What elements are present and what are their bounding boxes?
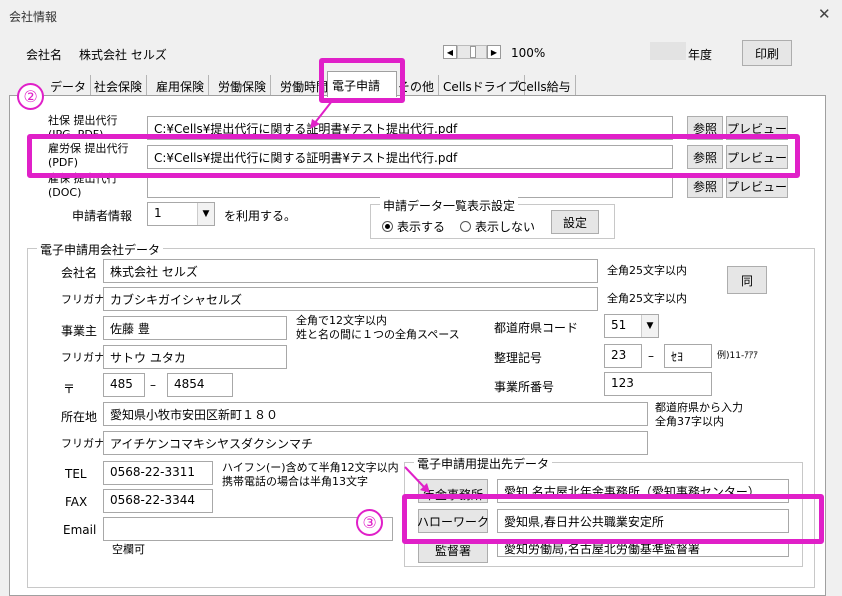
cd-owner-kana-input[interactable]: サトウ ユタカ: [103, 345, 287, 369]
marker-2: ②: [17, 83, 44, 110]
cd-tel-note2: 携帯電話の場合は半角13文字: [222, 475, 368, 488]
applicant-value: 1: [154, 206, 162, 220]
zoom-level: 100%: [511, 46, 546, 60]
cd-email-note: 空欄可: [112, 543, 145, 556]
list-display-title: 申請データ一覧表示設定: [380, 197, 519, 214]
radio-show-icon[interactable]: [382, 221, 393, 232]
cd-address-kana-label: フリガナ: [61, 437, 105, 450]
cd-fax-input[interactable]: 0568-22-3344: [103, 489, 213, 513]
cd-reg1-input[interactable]: 23: [604, 344, 642, 368]
cd-email-input[interactable]: [103, 517, 393, 541]
close-icon[interactable]: ✕: [818, 5, 831, 23]
cd-owner-kana-label: フリガナ: [61, 351, 105, 364]
cd-owner-label: 事業主: [61, 324, 98, 338]
tab-employment-insurance[interactable]: 雇用保険: [152, 75, 210, 95]
cd-address-label: 所在地: [61, 410, 98, 424]
zoom-track[interactable]: [457, 45, 487, 59]
cd-reg-dash: –: [648, 349, 654, 363]
cd-pref-select[interactable]: 51 ▼: [604, 314, 659, 338]
cd-address-kana-input[interactable]: アイチケンコマキシヤスダクシンマチ: [103, 431, 648, 455]
applicant-select[interactable]: 1 ▼: [147, 202, 215, 226]
cd-furigana-label: フリガナ: [61, 293, 105, 306]
cd-office-input[interactable]: 123: [604, 372, 712, 396]
cd-name-note: 全角25文字以内: [607, 264, 687, 277]
tab-cells-payroll[interactable]: Cells給与: [514, 75, 576, 95]
cd-zip2-input[interactable]: 4854: [167, 373, 233, 397]
cd-office-label: 事業所番号: [494, 380, 555, 394]
tab-labor-insurance[interactable]: 労働保険: [214, 75, 272, 95]
same-button[interactable]: 同: [727, 266, 767, 294]
cd-reg-label: 整理記号: [494, 351, 543, 365]
cd-tel-input[interactable]: 0568-22-3311: [103, 461, 213, 485]
arrow-to-row-icon: [310, 100, 333, 129]
list-settings-button[interactable]: 設定: [551, 210, 599, 234]
cd-pref-value: 51: [611, 318, 627, 332]
cd-zip1-input[interactable]: 485: [103, 373, 145, 397]
cd-zip-label: 〒: [63, 382, 76, 396]
applicant-label: 申請者情報: [72, 209, 133, 223]
cd-address-note1: 都道府県から入力: [655, 401, 743, 414]
company-label: 会社名: [26, 48, 63, 62]
radio-hide-label: 表示しない: [475, 220, 536, 234]
zoom-left-icon[interactable]: ◀: [443, 45, 457, 59]
year-value-blurred: [650, 42, 686, 60]
cd-tel-note1: ハイフン(ー)含めて半角12文字以内: [222, 461, 399, 474]
print-button[interactable]: 印刷: [742, 40, 792, 66]
cd-pref-label: 都道府県コード: [494, 321, 579, 335]
cd-owner-note2: 姓と名の間に１つの全角スペース: [296, 328, 460, 341]
social-delegate-label: 社保 提出代行 (JPG, PDF): [48, 114, 118, 136]
radio-hide[interactable]: 表示しない: [460, 218, 535, 235]
tab-data[interactable]: データ: [46, 75, 92, 95]
cd-reg-example: 例)11-ｱｱｱ: [717, 351, 758, 361]
chevron-down-icon[interactable]: ▼: [641, 315, 658, 337]
radio-hide-icon[interactable]: [460, 221, 471, 232]
cd-furigana-note: 全角25文字以内: [607, 292, 687, 305]
cd-address-input[interactable]: 愛知県小牧市安田区新町１８０: [103, 402, 648, 426]
highlight-hello-work-row: [402, 494, 824, 544]
tab-social-insurance[interactable]: 社会保険: [90, 75, 148, 95]
chevron-down-icon[interactable]: ▼: [197, 203, 214, 225]
company-data-title: 電子申請用会社データ: [37, 241, 164, 258]
company-name: 株式会社 セルズ: [79, 48, 167, 62]
cd-address-note2: 全角37字以内: [655, 415, 724, 428]
zoom-thumb[interactable]: [470, 46, 476, 58]
cd-reg2-input[interactable]: ｾﾖ: [664, 344, 712, 368]
cd-email-label: Email: [63, 523, 97, 537]
cd-name-label: 会社名: [61, 266, 98, 280]
cd-furigana-input[interactable]: カブシキガイシャセルズ: [103, 287, 598, 311]
cd-fax-label: FAX: [65, 495, 88, 509]
zoom-right-icon[interactable]: ▶: [487, 45, 501, 59]
cd-owner-input[interactable]: 佐藤 豊: [103, 316, 287, 340]
tab-cells-drive[interactable]: Cellsドライブ: [439, 75, 525, 95]
year-label: 年度: [688, 48, 713, 62]
cd-owner-note1: 全角で12文字以内: [296, 314, 387, 327]
cd-name-input[interactable]: 株式会社 セルズ: [103, 259, 598, 283]
marker-3: ③: [356, 509, 383, 536]
applicant-suffix: を利用する。: [224, 209, 297, 223]
radio-show[interactable]: 表示する: [382, 218, 445, 235]
arrow-to-hello-work-icon: [404, 466, 430, 493]
window-title: 会社情報: [9, 10, 58, 24]
cd-zip-dash: –: [150, 378, 156, 392]
highlight-labor-delegate-row: [27, 134, 800, 178]
highlight-tab: [319, 58, 405, 103]
cd-tel-label: TEL: [65, 467, 87, 481]
radio-show-label: 表示する: [397, 220, 446, 234]
